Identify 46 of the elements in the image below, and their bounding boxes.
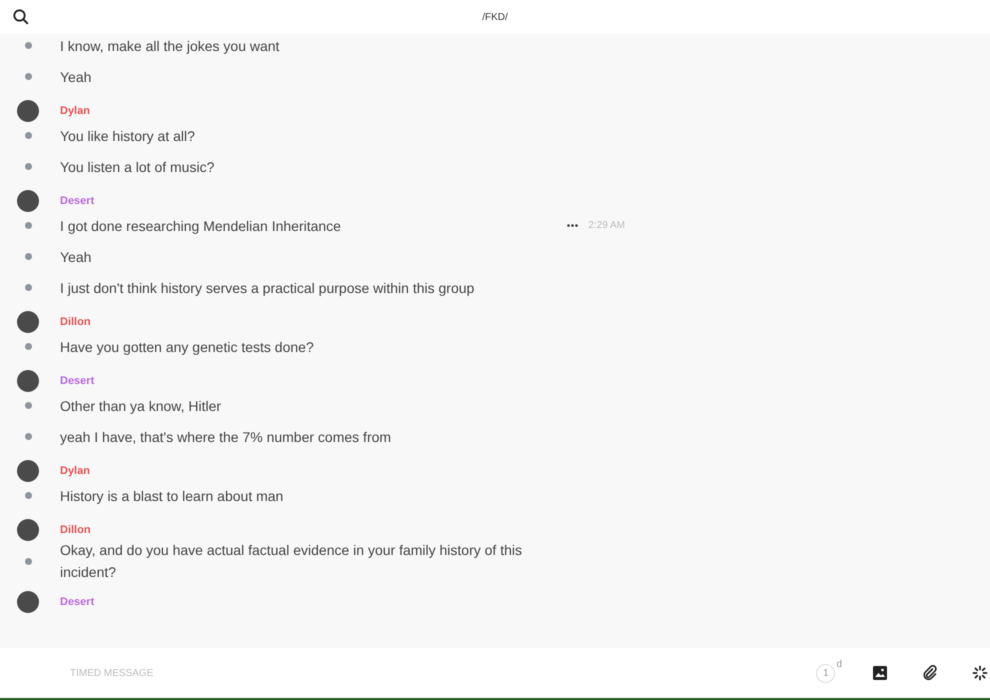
message-text: Have you gotten any genetic tests done? xyxy=(60,338,314,357)
bullet-icon xyxy=(25,284,32,291)
bullet-icon xyxy=(25,132,32,139)
bullet-icon xyxy=(25,343,32,350)
message-text: History is a blast to learn about man xyxy=(60,486,284,506)
message-text: Other than ya know, Hitler xyxy=(60,396,222,416)
avatar[interactable] xyxy=(17,460,39,482)
avatar[interactable] xyxy=(17,311,39,333)
message-text: Yeah xyxy=(60,68,92,86)
avatar[interactable] xyxy=(17,190,39,212)
image-icon[interactable] xyxy=(872,665,888,681)
message-text: Yeah xyxy=(60,248,92,266)
author-name[interactable]: Dillon xyxy=(60,316,91,328)
author-name[interactable]: Desert xyxy=(60,195,94,207)
bullet-icon xyxy=(25,42,32,49)
message-input[interactable]: TIMED MESSAGE xyxy=(68,666,372,680)
avatar[interactable] xyxy=(17,100,39,122)
author-name[interactable]: Dillon xyxy=(60,524,91,536)
message-text: You listen a lot of music? xyxy=(60,158,214,176)
bullet-icon xyxy=(25,433,32,440)
message-time: 2:29 AM xyxy=(588,220,625,231)
message-text: Okay, and do you have actual factual evidence in your family history of this incident? xyxy=(60,541,523,582)
more-icon[interactable] xyxy=(567,224,578,227)
author-name[interactable]: Dylan xyxy=(60,465,90,477)
message-text: yeah I have, that's where the 7% number comes from xyxy=(60,428,392,447)
paperclip-icon[interactable] xyxy=(922,665,938,681)
bullet-icon xyxy=(25,163,32,170)
bullet-icon xyxy=(25,402,32,409)
bullet-icon xyxy=(25,73,32,80)
avatar[interactable] xyxy=(17,370,39,392)
author-name[interactable]: Desert xyxy=(60,596,94,608)
message-text: I know, make all the jokes you want xyxy=(60,36,280,56)
search-icon[interactable] xyxy=(13,9,29,25)
bullet-icon xyxy=(25,558,32,564)
spinner-icon[interactable] xyxy=(972,665,988,681)
message-text: I got done researching Mendelian Inheritance xyxy=(60,216,341,236)
bullet-icon xyxy=(25,222,32,229)
message-text: I just don't think history serves a practical purpose within this group xyxy=(60,278,474,298)
bullet-icon xyxy=(25,253,32,260)
author-name[interactable]: Desert xyxy=(60,375,94,387)
author-name[interactable]: Dylan xyxy=(60,105,90,117)
bullet-icon xyxy=(25,492,32,499)
chat-title: /FKD/ xyxy=(482,12,508,22)
avatar[interactable] xyxy=(17,519,39,541)
message-text: You like history at all? xyxy=(60,126,195,146)
avatar[interactable] xyxy=(17,591,39,613)
